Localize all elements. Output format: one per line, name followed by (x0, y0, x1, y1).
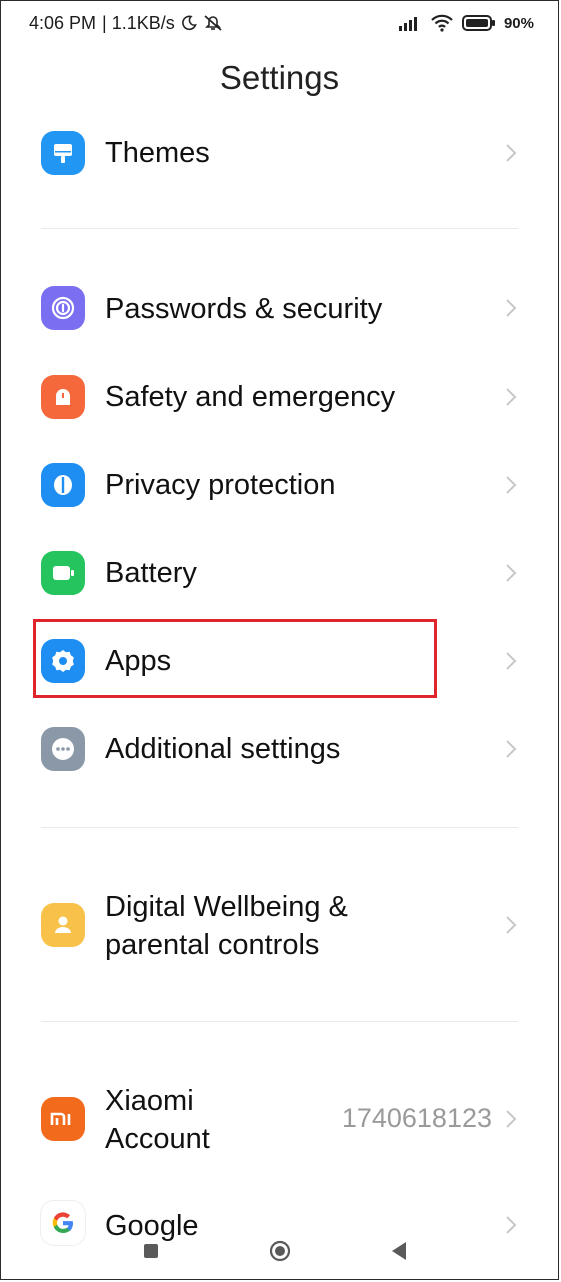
signal-icon (398, 15, 422, 31)
battery-status-icon (461, 14, 496, 32)
settings-item-label: Xiaomi Account (105, 1082, 210, 1158)
chevron-right-icon (506, 652, 517, 670)
mi-icon (41, 1097, 85, 1141)
nav-buttons (143, 1240, 406, 1262)
settings-item-label: Safety and emergency (105, 381, 396, 413)
settings-item-safety-emergency[interactable]: Safety and emergency (1, 365, 558, 429)
chevron-right-icon (506, 740, 517, 758)
home-button[interactable] (269, 1240, 290, 1262)
emergency-icon (41, 375, 85, 419)
status-right: 90% (398, 14, 534, 32)
settings-item-privacy-protection[interactable]: Privacy protection (1, 453, 558, 517)
page-title: Settings (219, 59, 340, 96)
recents-button[interactable] (143, 1244, 158, 1258)
settings-item-battery[interactable]: Battery (1, 541, 558, 605)
moon-icon (181, 15, 197, 31)
settings-item-themes[interactable]: Themes (1, 121, 558, 185)
chevron-right-icon (506, 144, 517, 162)
chevron-right-icon (506, 388, 517, 406)
settings-item-label: Additional settings (105, 733, 341, 765)
label-line: parental controls (105, 929, 320, 961)
status-left: 4:06 PM | 1.1KB/s (29, 13, 223, 34)
settings-screen: 4:06 PM | 1.1KB/s 90% Settings Themes Pa… (0, 0, 559, 1280)
clock: 4:06 PM (29, 12, 97, 33)
chevron-right-icon (506, 916, 517, 934)
more-icon (41, 727, 85, 771)
settings-item-xiaomi-account[interactable]: Xiaomi Account 1740618123 (1, 1075, 558, 1165)
battery-icon (41, 551, 85, 595)
settings-item-label: Privacy protection (105, 469, 336, 501)
privacy-icon (41, 463, 85, 507)
status-bar: 4:06 PM | 1.1KB/s 90% (1, 1, 558, 45)
wifi-icon (430, 14, 454, 32)
account-id: 1740618123 (341, 1103, 492, 1133)
label-line: Xiaomi (105, 1085, 194, 1117)
chevron-right-icon (506, 476, 517, 494)
settings-item-digital-wellbeing[interactable]: Digital Wellbeing & parental controls (1, 881, 558, 971)
wellbeing-icon (41, 903, 85, 947)
label-line: Account (105, 1123, 210, 1155)
navigation-bar (1, 1223, 558, 1279)
chevron-right-icon (506, 299, 517, 317)
fingerprint-icon (41, 286, 85, 330)
chevron-right-icon (506, 1110, 517, 1128)
divider (41, 228, 518, 229)
mute-icon (203, 14, 223, 32)
settings-item-label: Battery (105, 557, 197, 589)
battery-percent: 90% (503, 14, 534, 32)
settings-item-passwords-security[interactable]: Passwords & security (1, 277, 558, 341)
divider (41, 827, 518, 828)
divider (41, 1021, 518, 1022)
settings-item-label: Passwords & security (105, 293, 383, 325)
settings-item-additional-settings[interactable]: Additional settings (1, 717, 558, 781)
themes-icon (41, 131, 85, 175)
back-button[interactable] (391, 1242, 406, 1260)
apps-highlight-box (33, 619, 437, 698)
network-speed: | 1.1KB/s (102, 12, 175, 33)
settings-item-label: Digital Wellbeing & parental controls (105, 888, 348, 964)
settings-item-label: Themes (105, 137, 210, 169)
label-line: Digital Wellbeing & (105, 891, 348, 923)
chevron-right-icon (506, 564, 517, 582)
